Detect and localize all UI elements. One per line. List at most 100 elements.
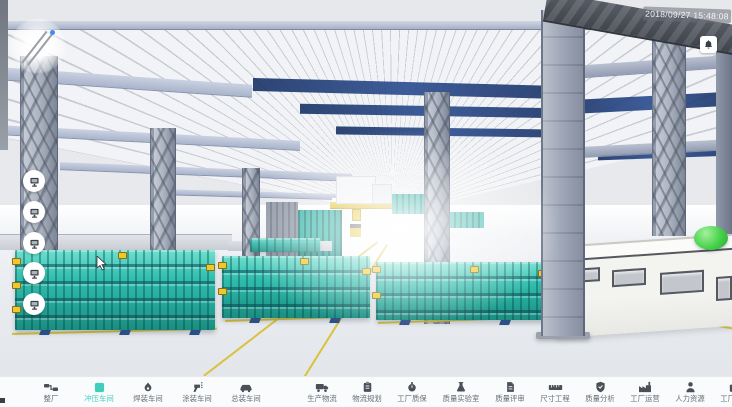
tab-label: 工厂运营 [630, 395, 659, 402]
compass-north-dot [50, 30, 55, 35]
tab-factory-finance[interactable]: 工厂财务 [719, 381, 732, 403]
clipboard-icon [362, 381, 373, 393]
monitor-hotspot-button[interactable] [23, 262, 45, 284]
tab-label: 涂装车间 [182, 395, 211, 402]
office-window [660, 270, 704, 295]
monitor-icon [28, 267, 41, 280]
stamping-icon [94, 381, 105, 393]
ruler-icon [548, 381, 563, 393]
monitor-hotspot-button[interactable] [23, 232, 45, 254]
yellow-fitting [12, 282, 21, 289]
bottom-toolbar: 整厂 冲压车间 焊装车间 涂装车间 [0, 376, 732, 407]
yellow-fitting [218, 262, 227, 269]
tab-label: 质量实验室 [443, 395, 480, 402]
teal-block-stack [250, 238, 320, 252]
distant-machine [336, 176, 376, 204]
tab-quality-laboratory[interactable]: 质量实验室 [441, 381, 481, 403]
monitor-hotspot-button[interactable] [23, 293, 45, 315]
block-support-foot [39, 330, 51, 335]
tab-assembly-workshop[interactable]: 总装车间 [230, 381, 262, 403]
tab-label: 生产物流 [307, 395, 336, 402]
tab-label: 焊装车间 [133, 395, 162, 402]
truck-icon [315, 381, 329, 393]
yellow-fitting [218, 288, 227, 295]
right-edge-column [716, 34, 732, 234]
scene-3d-viewport[interactable]: 2018/09/27 15:48:08 [0, 0, 732, 376]
monitor-hotspot-button[interactable] [23, 201, 45, 223]
yellow-fitting [362, 268, 371, 275]
flask-icon [455, 381, 467, 393]
forklift [350, 224, 361, 237]
corner-artifact [0, 398, 5, 403]
tab-factory-operations[interactable]: 工厂运营 [629, 381, 661, 403]
poi-marker-green[interactable] [694, 226, 728, 250]
notification-bell-button[interactable] [700, 36, 717, 53]
assembly-car-icon [239, 381, 253, 393]
bell-icon [703, 39, 714, 50]
tab-label: 工厂质保 [397, 395, 426, 402]
tab-painting-workshop[interactable]: 涂装车间 [181, 381, 213, 403]
document-icon [505, 381, 516, 393]
paint-spray-icon [191, 381, 204, 393]
tab-label: 质量分析 [585, 395, 614, 402]
roof-apex-beam [0, 21, 590, 30]
steel-lattice-column [652, 24, 686, 236]
tab-stamping-workshop[interactable]: 冲压车间 [83, 381, 115, 403]
tab-label: 人力资源 [675, 395, 704, 402]
block-support-foot [329, 318, 341, 323]
tab-label: 尺寸工程 [540, 395, 569, 402]
plant-overview-icon [44, 381, 58, 393]
foreground-steel-column [541, 10, 585, 336]
briefcase-icon [729, 381, 732, 393]
digital-twin-app: 2018/09/27 15:48:08 整厂 冲压车间 [0, 0, 732, 407]
yellow-fitting [372, 292, 381, 299]
compass-widget[interactable] [10, 18, 66, 74]
distant-machine [372, 184, 392, 204]
yellow-fitting [470, 266, 479, 273]
monitor-icon [28, 237, 41, 250]
tab-factory-quality-assurance[interactable]: 工厂质保 [396, 381, 428, 403]
monitor-hotspot-button[interactable] [23, 170, 45, 192]
tab-label: 物流规划 [352, 395, 381, 402]
module-tabs-group: 生产物流 物流规划 工厂质保 质量实验室 [306, 381, 732, 403]
teal-rack [392, 194, 428, 214]
tab-logistics-planning[interactable]: 物流规划 [351, 381, 383, 403]
block-support-foot [249, 318, 261, 323]
teal-block-stack [222, 256, 370, 318]
monitor-icon [28, 298, 41, 311]
monitor-icon [28, 206, 41, 219]
tab-welding-workshop[interactable]: 焊装车间 [132, 381, 164, 403]
teal-block-stack [15, 250, 215, 330]
block-support-foot [189, 330, 201, 335]
monitor-icon [28, 175, 41, 188]
office-window [716, 276, 732, 301]
person-icon [685, 381, 696, 393]
yellow-fitting [12, 306, 21, 313]
block-support-foot [499, 320, 511, 325]
factory-icon [638, 381, 652, 393]
tab-human-resources[interactable]: 人力资源 [674, 381, 706, 403]
tab-label: 整厂 [44, 395, 59, 402]
workshop-tabs-group: 整厂 冲压车间 焊装车间 涂装车间 [36, 381, 262, 403]
yellow-fitting [118, 252, 127, 259]
left-edge-column [0, 0, 8, 150]
tab-production-logistics[interactable]: 生产物流 [306, 381, 338, 403]
office-window [612, 268, 646, 287]
yellow-fitting [300, 258, 309, 265]
tab-plant-overview[interactable]: 整厂 [36, 381, 66, 403]
tab-quality-analysis[interactable]: 质量分析 [584, 381, 616, 403]
tab-label: 总装车间 [231, 395, 260, 402]
yellow-fitting [372, 266, 381, 273]
tab-dimensional-engineering[interactable]: 尺寸工程 [539, 381, 571, 403]
crane-hoist [352, 209, 361, 221]
mouse-cursor [96, 256, 108, 272]
teal-rack [444, 212, 484, 228]
shield-icon [595, 381, 606, 393]
stopwatch-icon [406, 381, 418, 393]
welding-flame-icon [142, 381, 154, 393]
tab-quality-review[interactable]: 质量评审 [494, 381, 526, 403]
teal-block-stack [376, 262, 546, 320]
block-support-foot [399, 320, 411, 325]
block-support-foot [119, 330, 131, 335]
tab-label: 质量评审 [495, 395, 524, 402]
